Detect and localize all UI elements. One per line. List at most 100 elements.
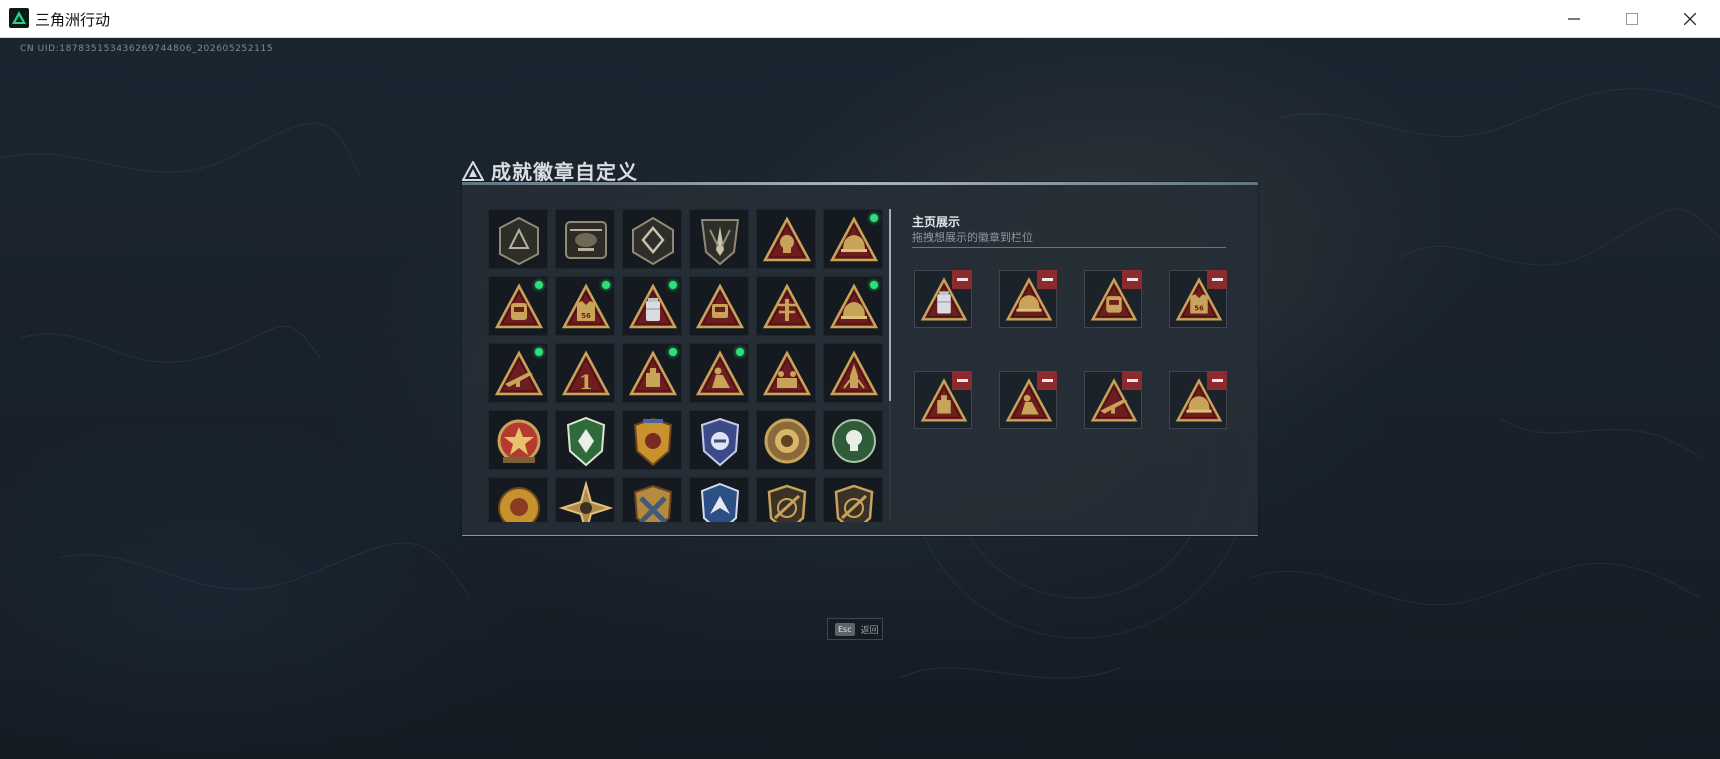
showcase-slot[interactable] bbox=[999, 371, 1057, 429]
new-badge-indicator bbox=[535, 348, 543, 356]
badge-cell[interactable] bbox=[689, 343, 749, 403]
badge-cell[interactable] bbox=[756, 209, 816, 269]
badge-cell[interactable] bbox=[622, 477, 682, 522]
badge-scrollbar-thumb[interactable] bbox=[889, 209, 891, 401]
maximize-icon bbox=[1626, 13, 1638, 25]
minimize-icon bbox=[1568, 18, 1580, 20]
helicopter-badge-icon bbox=[565, 221, 607, 259]
delta-emblem-badge-icon bbox=[499, 216, 539, 266]
showcase-title: 主页展示 bbox=[912, 215, 961, 229]
badge-cell[interactable] bbox=[689, 477, 749, 522]
svg-text:56: 56 bbox=[581, 312, 591, 320]
badge-cell[interactable] bbox=[823, 343, 883, 403]
remove-badge-button[interactable] bbox=[1037, 270, 1057, 289]
blade-crest-badge-icon bbox=[700, 219, 740, 266]
minus-icon bbox=[1211, 278, 1223, 281]
gold-crossed-badge-icon bbox=[633, 484, 673, 522]
remove-badge-button[interactable] bbox=[952, 371, 972, 390]
rocket-triangle-badge-icon bbox=[829, 350, 879, 396]
badge-cell[interactable] bbox=[555, 209, 615, 269]
new-badge-indicator bbox=[535, 281, 543, 289]
badge-cell[interactable] bbox=[622, 276, 682, 336]
window-title: 三角洲行动 bbox=[35, 11, 111, 29]
gold-slash-shield-badge-icon bbox=[767, 484, 807, 522]
badge-cell[interactable] bbox=[622, 209, 682, 269]
gold-disc-badge-icon bbox=[764, 418, 810, 464]
svg-text:56: 56 bbox=[1194, 305, 1204, 313]
showcase-slot[interactable]: 56 bbox=[1169, 270, 1227, 328]
delta-logo-icon bbox=[9, 8, 29, 28]
showcase-divider bbox=[912, 247, 1226, 248]
badge-grid[interactable]: 56 1 bbox=[488, 209, 886, 522]
badge-cell[interactable] bbox=[756, 410, 816, 470]
gold-slash-shield-badge-icon bbox=[834, 484, 874, 522]
red-star-medal-badge-icon bbox=[497, 419, 541, 463]
remove-badge-button[interactable] bbox=[1122, 270, 1142, 289]
badge-customize-panel: 56 1 主页展示 拖拽想展示的徽章到栏位 56 bbox=[462, 182, 1258, 536]
radio-tower-triangle-badge-icon bbox=[762, 283, 812, 329]
badge-cell[interactable] bbox=[555, 410, 615, 470]
badge-cell[interactable] bbox=[689, 410, 749, 470]
badge-cell[interactable] bbox=[756, 343, 816, 403]
remove-badge-button[interactable] bbox=[1122, 371, 1142, 390]
badge-cell[interactable] bbox=[756, 276, 816, 336]
badge-cell[interactable] bbox=[488, 276, 548, 336]
badge-cell[interactable] bbox=[823, 477, 883, 522]
badge-cell[interactable]: 1 bbox=[555, 343, 615, 403]
minus-icon bbox=[1126, 379, 1138, 382]
remove-badge-button[interactable] bbox=[1207, 270, 1227, 289]
badge-cell[interactable] bbox=[488, 343, 548, 403]
maximize-button[interactable] bbox=[1603, 0, 1661, 38]
minus-icon bbox=[1126, 278, 1138, 281]
minus-icon bbox=[956, 379, 968, 382]
gold-lion-badge-icon bbox=[498, 487, 540, 522]
gold-star-burst-badge-icon bbox=[558, 480, 614, 522]
minus-icon bbox=[1041, 278, 1053, 281]
badge-cell[interactable] bbox=[488, 410, 548, 470]
remove-badge-button[interactable] bbox=[952, 270, 972, 289]
showcase-slot[interactable] bbox=[1084, 371, 1142, 429]
svg-text:1: 1 bbox=[579, 370, 593, 394]
badge-cell[interactable] bbox=[488, 209, 548, 269]
minus-icon bbox=[1041, 379, 1053, 382]
new-badge-indicator bbox=[736, 348, 744, 356]
showcase-slot[interactable] bbox=[1169, 371, 1227, 429]
close-button[interactable] bbox=[1661, 0, 1719, 38]
showcase-slot[interactable] bbox=[914, 371, 972, 429]
back-button[interactable]: Esc 返回 bbox=[827, 618, 883, 640]
showcase-slot[interactable] bbox=[999, 270, 1057, 328]
new-badge-indicator bbox=[669, 348, 677, 356]
minus-icon bbox=[1211, 379, 1223, 382]
green-skull-badge-icon bbox=[832, 419, 876, 463]
remove-badge-button[interactable] bbox=[1037, 371, 1057, 390]
badge-cell[interactable] bbox=[622, 410, 682, 470]
minus-icon bbox=[956, 278, 968, 281]
badge-cell[interactable]: 56 bbox=[555, 276, 615, 336]
badge-cell[interactable] bbox=[488, 477, 548, 522]
panel-title: 成就徽章自定义 bbox=[491, 160, 638, 184]
showcase-slot[interactable] bbox=[914, 270, 972, 328]
badge-cell[interactable] bbox=[689, 276, 749, 336]
badge-cell[interactable] bbox=[756, 477, 816, 522]
close-icon bbox=[1684, 13, 1696, 25]
new-badge-indicator bbox=[870, 281, 878, 289]
badge-cell[interactable] bbox=[622, 343, 682, 403]
badge-cell[interactable] bbox=[823, 209, 883, 269]
green-shield-badge-icon bbox=[566, 416, 606, 467]
showcase-hint: 拖拽想展示的徽章到栏位 bbox=[912, 231, 1033, 244]
panel-header: 成就徽章自定义 bbox=[462, 156, 638, 185]
blue-shield-badge-icon bbox=[700, 417, 740, 467]
remove-badge-button[interactable] bbox=[1207, 371, 1227, 390]
squad-triangle-badge-icon bbox=[762, 350, 812, 396]
skull-triangle-badge-icon bbox=[762, 216, 812, 262]
showcase-slot[interactable] bbox=[1084, 270, 1142, 328]
new-badge-indicator bbox=[669, 281, 677, 289]
badge-cell[interactable] bbox=[823, 410, 883, 470]
minimize-button[interactable] bbox=[1545, 0, 1603, 38]
badge-cell[interactable] bbox=[823, 276, 883, 336]
gold-shield-badge-icon bbox=[633, 417, 673, 467]
badge-cell[interactable] bbox=[555, 477, 615, 522]
new-badge-indicator bbox=[870, 214, 878, 222]
badge-cell[interactable] bbox=[689, 209, 749, 269]
number-one-triangle-badge-icon: 1 bbox=[561, 350, 611, 396]
